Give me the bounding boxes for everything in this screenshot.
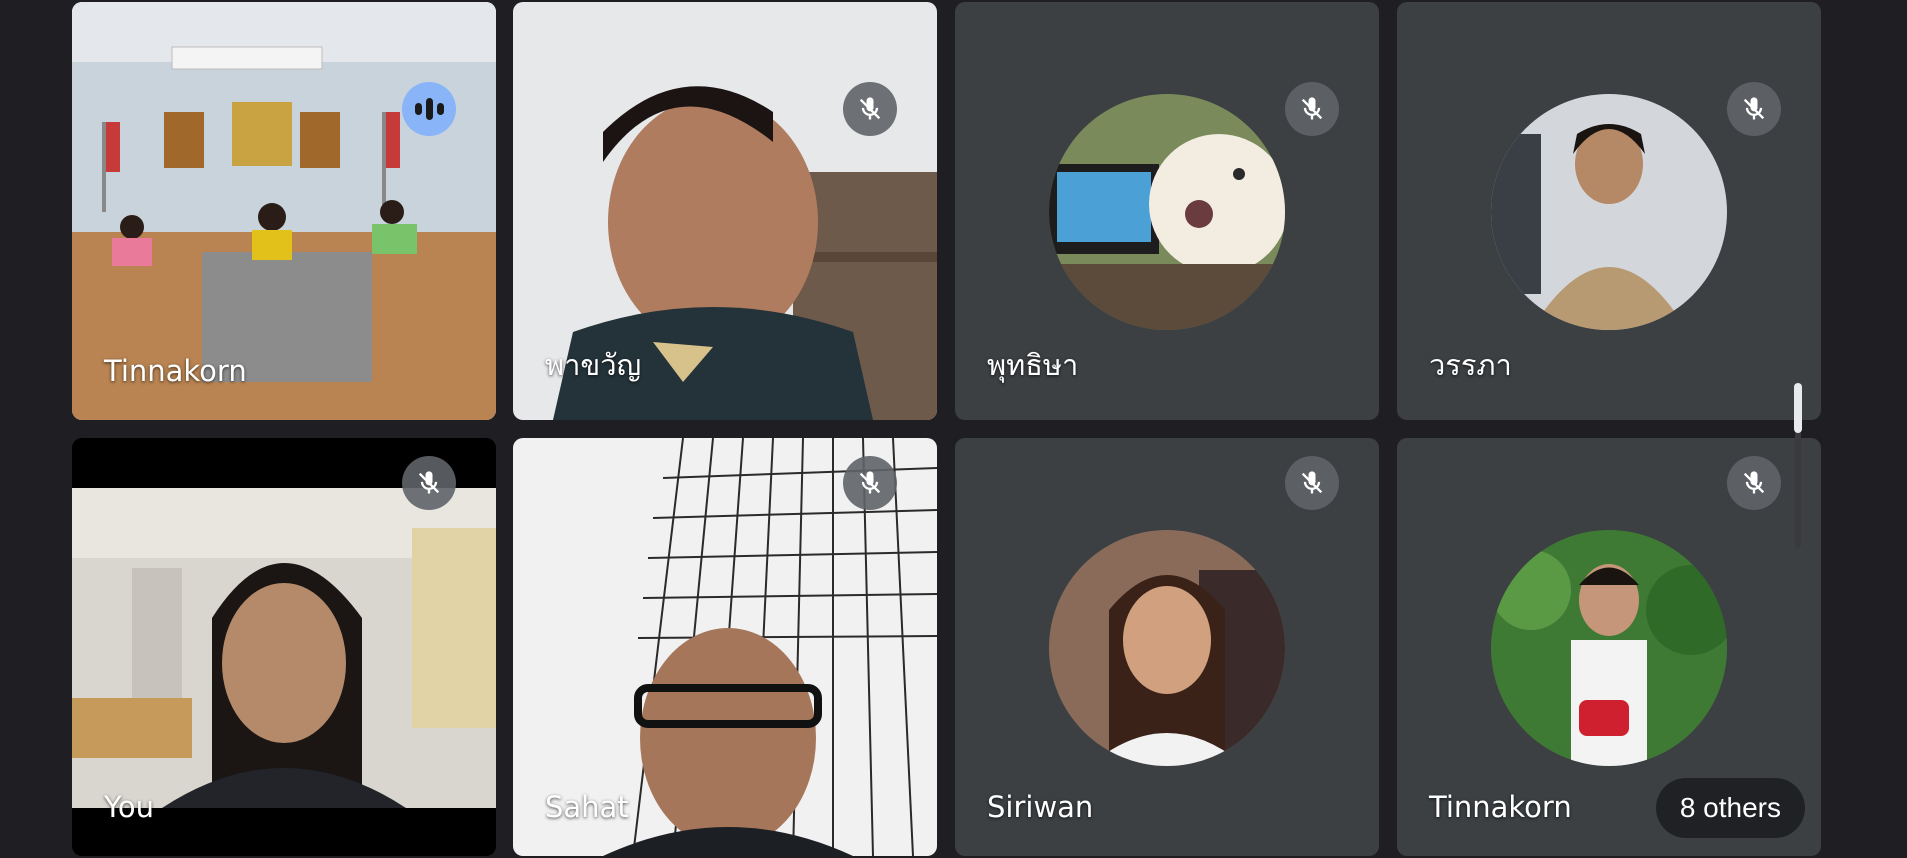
avatar: [1049, 530, 1285, 766]
others-button[interactable]: 8 others: [1655, 778, 1805, 838]
participant-name: พาขวัญ: [545, 348, 642, 382]
participant-tile-sahat[interactable]: Sahat: [513, 438, 937, 856]
mic-off-icon: [843, 82, 897, 136]
participant-tile-wanpha[interactable]: วรรภา: [1397, 2, 1821, 420]
mic-off-icon: [1727, 456, 1781, 510]
participant-tile-phakhwan[interactable]: พาขวัญ: [513, 2, 937, 420]
mic-off-icon: [843, 456, 897, 510]
speaking-indicator-icon: [402, 82, 456, 136]
avatar: [1491, 94, 1727, 330]
avatar: [1491, 530, 1727, 766]
mic-off-icon: [1727, 82, 1781, 136]
participant-tile-tinnakorn-room[interactable]: Tinnakorn: [72, 2, 496, 420]
participant-tile-siriwan[interactable]: Siriwan: [955, 438, 1379, 856]
participant-name: วรรภา: [1429, 348, 1512, 382]
participant-name: Tinnakorn: [1429, 790, 1572, 824]
participant-tile-you[interactable]: You: [72, 438, 496, 856]
participant-name: พุทธิษา: [987, 348, 1079, 382]
participant-tile-phutthisa[interactable]: พุทธิษา: [955, 2, 1379, 420]
avatar: [1049, 94, 1285, 330]
participant-name: Sahat: [545, 790, 629, 824]
mic-off-icon: [1285, 456, 1339, 510]
scrollbar-thumb[interactable]: [1794, 383, 1802, 433]
mic-off-icon: [402, 456, 456, 510]
video-feed: [72, 488, 496, 808]
participant-name: Tinnakorn: [104, 354, 247, 388]
mic-off-icon: [1285, 82, 1339, 136]
participant-name: You: [104, 790, 154, 824]
participant-name: Siriwan: [987, 790, 1094, 824]
participant-tile-tinnakorn[interactable]: Tinnakorn 8 others: [1397, 438, 1821, 856]
